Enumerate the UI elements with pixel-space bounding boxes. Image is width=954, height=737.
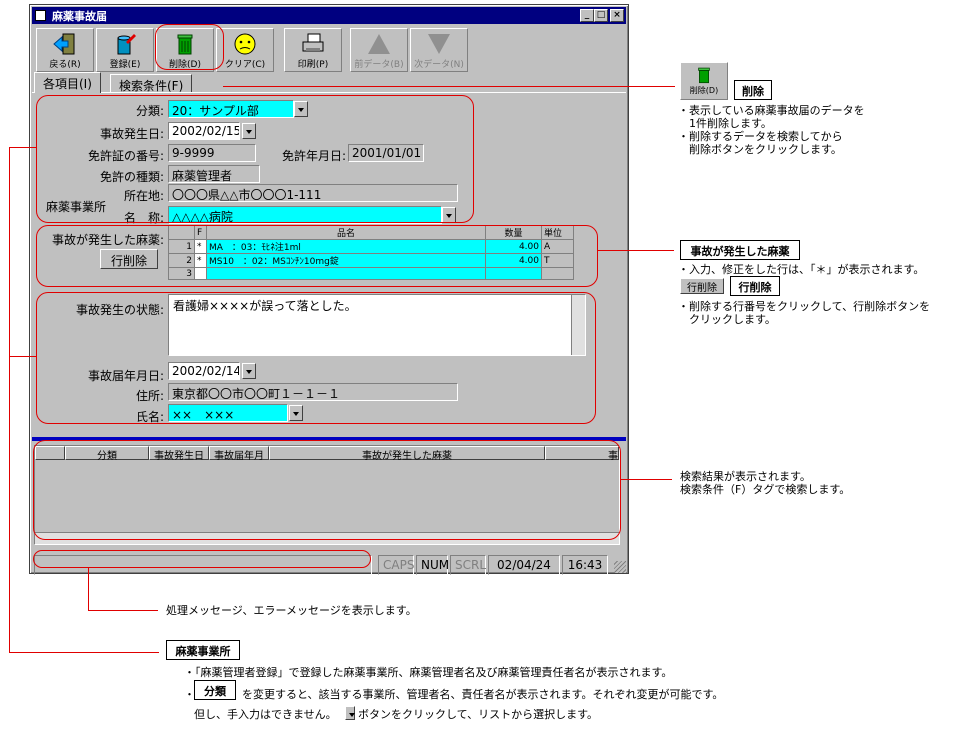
note-delete-text: ・表示している麻薬事故届のデータを 1件削除します。 ・削除するデータを検索して… bbox=[678, 104, 865, 156]
note-drug-title: 事故が発生した麻薬 bbox=[680, 240, 800, 260]
tab-search[interactable]: 検索条件(F) bbox=[110, 74, 193, 93]
note-search-text: 検索結果が表示されます。 検索条件（F）タグで検索します。 bbox=[680, 470, 850, 496]
register-button[interactable]: 登録(E) bbox=[96, 28, 154, 72]
note-dropdown-icon bbox=[345, 706, 355, 720]
note-office-line3b: ボタンをクリックして、リストから選択します。 bbox=[358, 708, 599, 721]
note-line: ・削除する行番号をクリックして、行削除ボタンを bbox=[678, 300, 931, 313]
app-icon bbox=[35, 10, 46, 21]
face-icon bbox=[234, 33, 256, 55]
status-date: 02/04/24 bbox=[488, 555, 560, 575]
office-highlight bbox=[36, 95, 474, 223]
note-line: 検索条件（F）タグで検索します。 bbox=[680, 483, 851, 496]
printer-icon bbox=[302, 33, 324, 52]
note-line: ・削除するデータを検索してから bbox=[678, 130, 843, 143]
state-highlight bbox=[36, 292, 596, 424]
print-button[interactable]: 印刷(P) bbox=[284, 28, 342, 72]
note-line: 削除ボタンをクリックします。 bbox=[678, 143, 842, 156]
note-delete-button-caption: 削除(D) bbox=[689, 86, 719, 95]
title-bar: 麻薬事故届 _ □ × bbox=[32, 7, 626, 24]
up-arrow-icon bbox=[368, 34, 390, 54]
note-office-line2: を変更すると、該当する事業所、管理者名、責任者名が表示されます。それぞれ変更が可… bbox=[242, 688, 724, 701]
status-caps: CAPS bbox=[378, 555, 414, 575]
back-button[interactable]: 戻る(R) bbox=[36, 28, 94, 72]
status-scrl: SCRL bbox=[450, 555, 486, 575]
office-connector-v bbox=[9, 147, 10, 652]
note-office-line3a: 但し、手入力はできません。 bbox=[194, 708, 337, 721]
note-row-delete-title: 行削除 bbox=[730, 276, 780, 296]
close-button[interactable]: × bbox=[610, 9, 624, 22]
note-delete-title: 削除 bbox=[734, 80, 772, 100]
print-label: 印刷(P) bbox=[297, 60, 329, 70]
delete-highlight bbox=[155, 24, 224, 70]
back-label: 戻る(R) bbox=[49, 60, 81, 70]
maximize-button[interactable]: □ bbox=[594, 9, 608, 22]
register-label: 登録(E) bbox=[109, 60, 141, 70]
results-highlight bbox=[33, 440, 621, 540]
note-line: 検索結果が表示されます。 bbox=[680, 470, 811, 483]
note-drug-line1: ・入力、修正をした行は、「＊」が表示されます。 bbox=[678, 263, 925, 276]
window-title: 麻薬事故届 bbox=[52, 10, 107, 23]
note-line: ・表示している麻薬事故届のデータを bbox=[678, 104, 865, 117]
down-arrow-icon bbox=[428, 34, 450, 54]
drug-connector bbox=[598, 250, 674, 251]
message-connector-v bbox=[88, 568, 89, 610]
status-num: NUM bbox=[416, 555, 449, 575]
office-connector-mid bbox=[9, 356, 37, 357]
tab-divider bbox=[32, 92, 626, 93]
resize-grip-icon[interactable] bbox=[614, 561, 626, 573]
note-line: 1件削除します。 bbox=[678, 117, 772, 130]
note-category-button-image: 分類 bbox=[194, 680, 236, 700]
note-delete-button-image: 削除(D) bbox=[680, 62, 728, 100]
message-highlight bbox=[33, 550, 371, 568]
trash-can-icon bbox=[698, 67, 710, 84]
delete-connector bbox=[223, 86, 675, 87]
note-office-line1: ・「麻薬管理者登録」で登録した麻薬事業所、麻薬管理者名及び麻薬管理責任者名が表示… bbox=[184, 666, 673, 679]
note-line: クリックします。 bbox=[678, 313, 776, 326]
results-connector bbox=[620, 479, 672, 480]
note-office-title: 麻薬事業所 bbox=[166, 640, 240, 660]
note-drug-text2: ・削除する行番号をクリックして、行削除ボタンを クリックします。 bbox=[678, 300, 930, 326]
minimize-button[interactable]: _ bbox=[580, 9, 594, 22]
note-message-text: 処理メッセージ、エラーメッセージを表示します。 bbox=[166, 604, 417, 617]
next-data-label: 次データ(N) bbox=[414, 60, 464, 70]
note-row-delete-image: 行削除 bbox=[680, 278, 724, 294]
prev-data-label: 前データ(B) bbox=[354, 60, 404, 70]
status-time: 16:43 bbox=[562, 555, 608, 575]
office-connector-h bbox=[9, 652, 159, 653]
office-connector-top bbox=[9, 147, 37, 148]
clear-label: クリア(C) bbox=[224, 60, 266, 70]
drug-highlight bbox=[36, 225, 598, 287]
tab-items[interactable]: 各項目(I) bbox=[34, 72, 101, 93]
clear-button[interactable]: クリア(C) bbox=[216, 28, 274, 72]
register-can-icon bbox=[117, 34, 136, 55]
prev-data-button[interactable]: 前データ(B) bbox=[350, 28, 408, 72]
message-connector-h bbox=[88, 610, 158, 611]
next-data-button[interactable]: 次データ(N) bbox=[410, 28, 468, 72]
door-exit-icon bbox=[53, 33, 75, 55]
